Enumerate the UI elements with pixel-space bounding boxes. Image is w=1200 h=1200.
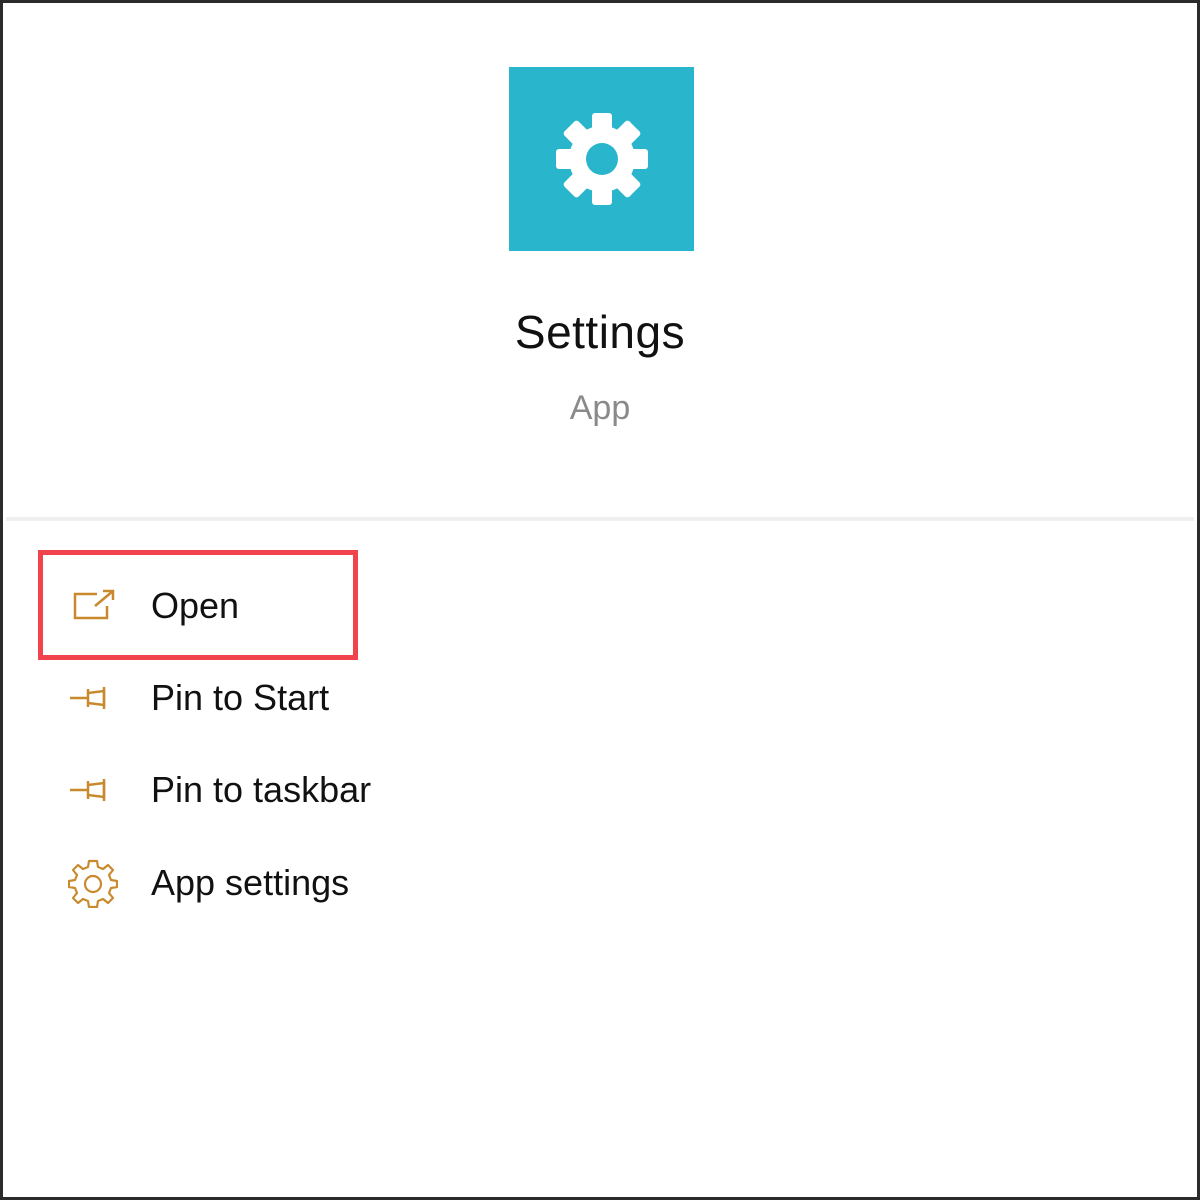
menu-item-label: Pin to Start: [151, 677, 330, 718]
divider: [6, 517, 1194, 521]
menu-item-app-settings[interactable]: App settings: [63, 853, 463, 913]
app-kind-label: App: [569, 389, 631, 427]
app-tile[interactable]: [509, 67, 694, 251]
menu-item-pin-to-taskbar[interactable]: Pin to taskbar: [63, 760, 463, 820]
menu-item-label: Pin to taskbar: [151, 769, 372, 810]
gear-outline-icon: [63, 853, 123, 913]
menu-item-label: App settings: [151, 862, 350, 903]
pin-icon: [63, 760, 123, 820]
gear-icon: [554, 111, 650, 207]
app-details-panel: Settings App Open Pin to Start Pin to ta…: [0, 0, 1200, 1200]
pin-icon: [63, 668, 123, 728]
highlight-box: [38, 550, 358, 660]
menu-item-pin-to-start[interactable]: Pin to Start: [63, 668, 463, 728]
app-name: Settings: [514, 306, 686, 358]
